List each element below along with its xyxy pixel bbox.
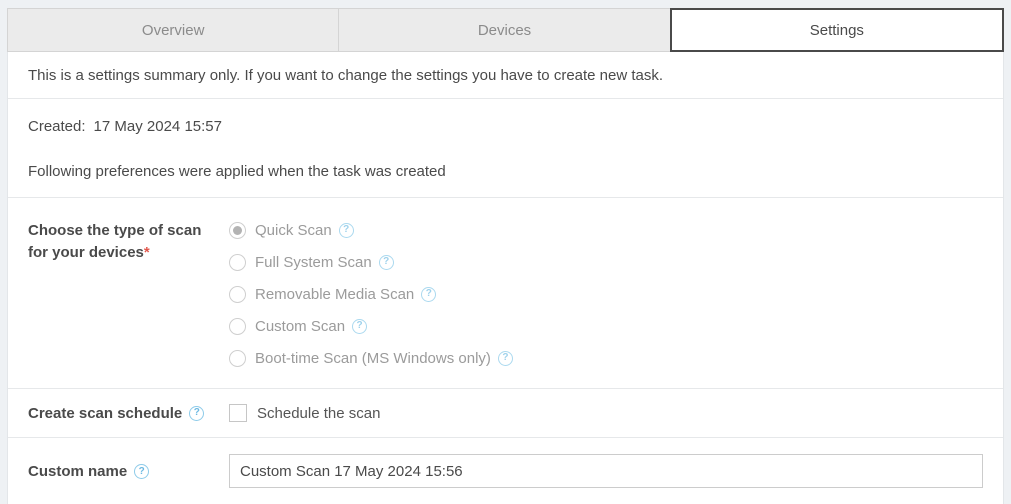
created-line: Created: 17 May 2024 15:57 [28,118,983,135]
required-asterisk: * [143,244,150,261]
radio-label: Custom Scan [255,317,346,335]
created-value: 17 May 2024 15:57 [93,118,222,135]
tab-overview-label: Overview [141,21,205,39]
radio-button[interactable] [229,221,246,239]
custom-name-label-group: Custom name ? [28,454,229,480]
radio-option-custom-scan[interactable]: Custom Scan ? [229,316,513,336]
schedule-row: Create scan schedule ? Schedule the scan [8,389,1003,438]
settings-content: This is a settings summary only. If you … [7,52,1004,504]
radio-label: Boot-time Scan (MS Windows only) [255,349,491,367]
help-icon[interactable]: ? [421,286,437,302]
schedule-label: Create scan schedule [28,404,183,422]
radio-button[interactable] [229,317,246,335]
radio-label: Full System Scan [255,253,372,271]
radio-option-full-system-scan[interactable]: Full System Scan ? [229,252,513,272]
help-icon[interactable]: ? [352,318,368,334]
radio-label: Quick Scan [255,221,332,239]
preferences-note: Following preferences were applied when … [28,163,446,180]
help-icon[interactable]: ? [378,254,394,270]
settings-panel: Overview Devices Settings This is a sett… [7,8,1004,504]
custom-name-row: Custom name ? [8,438,1003,488]
radio-dot [233,225,242,235]
help-icon[interactable]: ? [497,350,513,366]
help-icon[interactable]: ? [189,405,205,421]
created-row: Created: 17 May 2024 15:57 Following pref… [8,99,1003,198]
help-icon[interactable]: ? [134,464,150,479]
radio-label: Removable Media Scan [255,285,415,303]
created-label: Created: [28,118,86,135]
schedule-checkbox[interactable] [229,404,247,422]
scan-type-row: Choose the type of scan for your devices… [8,198,1003,389]
custom-name-input[interactable] [229,454,983,488]
scan-type-options: Quick Scan ? Full System Scan ? Removabl… [229,220,513,368]
tab-overview[interactable]: Overview [7,8,340,52]
summary-note: This is a settings summary only. If you … [28,67,664,84]
tab-devices-label: Devices [477,21,532,39]
radio-button[interactable] [229,349,246,367]
tab-devices[interactable]: Devices [338,8,671,52]
summary-note-row: This is a settings summary only. If you … [8,52,1003,99]
tab-settings[interactable]: Settings [669,8,1004,52]
tab-settings-label: Settings [809,21,864,39]
scan-type-label: Choose the type of scan for your devices… [28,222,202,261]
radio-option-removable-media-scan[interactable]: Removable Media Scan ? [229,284,513,304]
schedule-label-group: Create scan schedule ? [28,405,229,422]
radio-button[interactable] [229,285,246,303]
radio-option-quick-scan[interactable]: Quick Scan ? [229,220,513,240]
schedule-checkbox-label: Schedule the scan [257,404,381,422]
help-icon[interactable]: ? [338,222,354,238]
tab-strip: Overview Devices Settings [7,8,1004,52]
custom-name-label: Custom name [28,463,128,480]
radio-button[interactable] [229,253,246,271]
radio-option-boot-time-scan[interactable]: Boot-time Scan (MS Windows only) ? [229,348,513,368]
